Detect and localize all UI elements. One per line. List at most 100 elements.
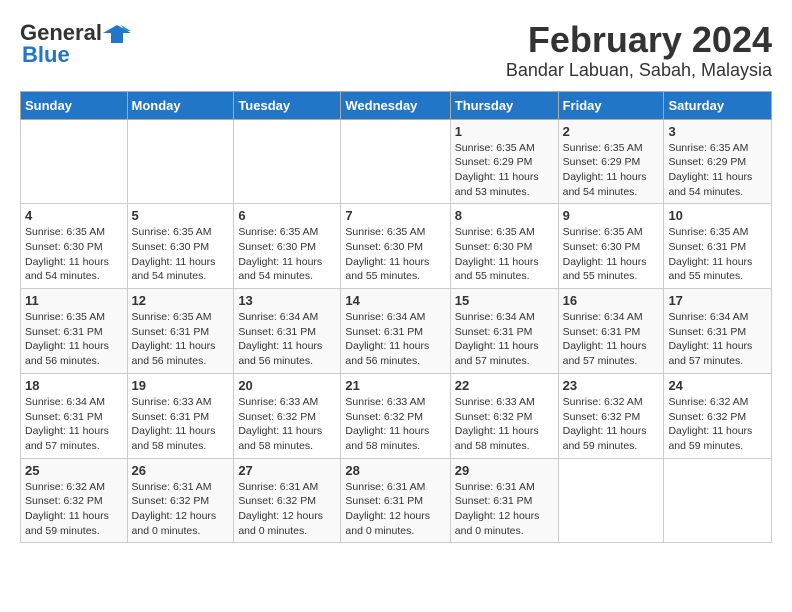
day-info: Sunrise: 6:35 AM Sunset: 6:31 PM Dayligh…: [25, 310, 123, 369]
day-info: Sunrise: 6:35 AM Sunset: 6:29 PM Dayligh…: [668, 141, 767, 200]
calendar-cell: 10 Sunrise: 6:35 AM Sunset: 6:31 PM Dayli…: [664, 204, 772, 289]
day-of-week-header: Tuesday: [234, 91, 341, 119]
day-info: Sunrise: 6:35 AM Sunset: 6:31 PM Dayligh…: [668, 225, 767, 284]
day-number: 24: [668, 378, 767, 393]
calendar-cell: 20 Sunrise: 6:33 AM Sunset: 6:32 PM Dayli…: [234, 373, 341, 458]
day-info: Sunrise: 6:31 AM Sunset: 6:32 PM Dayligh…: [132, 480, 230, 539]
calendar-cell: 28 Sunrise: 6:31 AM Sunset: 6:31 PM Dayli…: [341, 458, 450, 543]
day-info: Sunrise: 6:35 AM Sunset: 6:30 PM Dayligh…: [345, 225, 445, 284]
calendar-cell: [341, 119, 450, 204]
day-info: Sunrise: 6:33 AM Sunset: 6:32 PM Dayligh…: [345, 395, 445, 454]
day-number: 3: [668, 124, 767, 139]
calendar-cell: 17 Sunrise: 6:34 AM Sunset: 6:31 PM Dayli…: [664, 289, 772, 374]
calendar-cell: [664, 458, 772, 543]
calendar-cell: 24 Sunrise: 6:32 AM Sunset: 6:32 PM Dayli…: [664, 373, 772, 458]
day-number: 28: [345, 463, 445, 478]
calendar-subtitle: Bandar Labuan, Sabah, Malaysia: [506, 60, 772, 81]
day-of-week-header: Thursday: [450, 91, 558, 119]
day-info: Sunrise: 6:34 AM Sunset: 6:31 PM Dayligh…: [668, 310, 767, 369]
logo: General Blue: [20, 20, 131, 68]
day-number: 7: [345, 208, 445, 223]
day-number: 21: [345, 378, 445, 393]
day-number: 6: [238, 208, 336, 223]
calendar-header-row: SundayMondayTuesdayWednesdayThursdayFrid…: [21, 91, 772, 119]
page-header: General Blue February 2024 Bandar Labuan…: [20, 20, 772, 81]
day-info: Sunrise: 6:34 AM Sunset: 6:31 PM Dayligh…: [563, 310, 660, 369]
day-number: 4: [25, 208, 123, 223]
day-number: 10: [668, 208, 767, 223]
day-info: Sunrise: 6:35 AM Sunset: 6:30 PM Dayligh…: [455, 225, 554, 284]
calendar-cell: 13 Sunrise: 6:34 AM Sunset: 6:31 PM Dayli…: [234, 289, 341, 374]
calendar-cell: [234, 119, 341, 204]
calendar-cell: 11 Sunrise: 6:35 AM Sunset: 6:31 PM Dayli…: [21, 289, 128, 374]
day-info: Sunrise: 6:35 AM Sunset: 6:30 PM Dayligh…: [563, 225, 660, 284]
calendar-cell: 8 Sunrise: 6:35 AM Sunset: 6:30 PM Daylig…: [450, 204, 558, 289]
calendar-cell: 2 Sunrise: 6:35 AM Sunset: 6:29 PM Daylig…: [558, 119, 664, 204]
day-info: Sunrise: 6:33 AM Sunset: 6:31 PM Dayligh…: [132, 395, 230, 454]
calendar-cell: 16 Sunrise: 6:34 AM Sunset: 6:31 PM Dayli…: [558, 289, 664, 374]
day-info: Sunrise: 6:35 AM Sunset: 6:31 PM Dayligh…: [132, 310, 230, 369]
day-info: Sunrise: 6:31 AM Sunset: 6:31 PM Dayligh…: [345, 480, 445, 539]
calendar-cell: 1Sunrise: 6:35 AM Sunset: 6:29 PM Daylig…: [450, 119, 558, 204]
calendar-cell: 29 Sunrise: 6:31 AM Sunset: 6:31 PM Dayli…: [450, 458, 558, 543]
day-of-week-header: Wednesday: [341, 91, 450, 119]
day-number: 14: [345, 293, 445, 308]
day-number: 25: [25, 463, 123, 478]
day-number: 16: [563, 293, 660, 308]
day-info: Sunrise: 6:32 AM Sunset: 6:32 PM Dayligh…: [25, 480, 123, 539]
calendar-cell: 4Sunrise: 6:35 AM Sunset: 6:30 PM Daylig…: [21, 204, 128, 289]
day-info: Sunrise: 6:35 AM Sunset: 6:30 PM Dayligh…: [132, 225, 230, 284]
day-info: Sunrise: 6:33 AM Sunset: 6:32 PM Dayligh…: [455, 395, 554, 454]
day-number: 2: [563, 124, 660, 139]
calendar-cell: 3 Sunrise: 6:35 AM Sunset: 6:29 PM Daylig…: [664, 119, 772, 204]
day-of-week-header: Friday: [558, 91, 664, 119]
day-number: 19: [132, 378, 230, 393]
calendar-cell: 21 Sunrise: 6:33 AM Sunset: 6:32 PM Dayli…: [341, 373, 450, 458]
day-number: 23: [563, 378, 660, 393]
calendar-table: SundayMondayTuesdayWednesdayThursdayFrid…: [20, 91, 772, 544]
day-number: 12: [132, 293, 230, 308]
day-info: Sunrise: 6:31 AM Sunset: 6:32 PM Dayligh…: [238, 480, 336, 539]
calendar-cell: 22 Sunrise: 6:33 AM Sunset: 6:32 PM Dayli…: [450, 373, 558, 458]
day-number: 9: [563, 208, 660, 223]
title-block: February 2024 Bandar Labuan, Sabah, Mala…: [506, 20, 772, 81]
calendar-cell: [127, 119, 234, 204]
day-number: 11: [25, 293, 123, 308]
calendar-cell: [21, 119, 128, 204]
calendar-week-row: 1Sunrise: 6:35 AM Sunset: 6:29 PM Daylig…: [21, 119, 772, 204]
day-number: 29: [455, 463, 554, 478]
calendar-cell: 27 Sunrise: 6:31 AM Sunset: 6:32 PM Dayli…: [234, 458, 341, 543]
calendar-cell: 7 Sunrise: 6:35 AM Sunset: 6:30 PM Daylig…: [341, 204, 450, 289]
day-info: Sunrise: 6:31 AM Sunset: 6:31 PM Dayligh…: [455, 480, 554, 539]
day-info: Sunrise: 6:34 AM Sunset: 6:31 PM Dayligh…: [238, 310, 336, 369]
day-of-week-header: Saturday: [664, 91, 772, 119]
day-info: Sunrise: 6:35 AM Sunset: 6:29 PM Dayligh…: [455, 141, 554, 200]
day-number: 26: [132, 463, 230, 478]
calendar-cell: 6 Sunrise: 6:35 AM Sunset: 6:30 PM Daylig…: [234, 204, 341, 289]
day-info: Sunrise: 6:34 AM Sunset: 6:31 PM Dayligh…: [25, 395, 123, 454]
day-number: 13: [238, 293, 336, 308]
calendar-cell: 19 Sunrise: 6:33 AM Sunset: 6:31 PM Dayli…: [127, 373, 234, 458]
day-number: 20: [238, 378, 336, 393]
day-info: Sunrise: 6:35 AM Sunset: 6:29 PM Dayligh…: [563, 141, 660, 200]
day-number: 8: [455, 208, 554, 223]
calendar-cell: 15Sunrise: 6:34 AM Sunset: 6:31 PM Dayli…: [450, 289, 558, 374]
calendar-week-row: 25 Sunrise: 6:32 AM Sunset: 6:32 PM Dayli…: [21, 458, 772, 543]
calendar-cell: 18Sunrise: 6:34 AM Sunset: 6:31 PM Dayli…: [21, 373, 128, 458]
day-number: 15: [455, 293, 554, 308]
day-info: Sunrise: 6:35 AM Sunset: 6:30 PM Dayligh…: [238, 225, 336, 284]
day-number: 22: [455, 378, 554, 393]
day-of-week-header: Monday: [127, 91, 234, 119]
logo-blue-text: Blue: [22, 42, 70, 68]
calendar-cell: 9 Sunrise: 6:35 AM Sunset: 6:30 PM Daylig…: [558, 204, 664, 289]
calendar-week-row: 11 Sunrise: 6:35 AM Sunset: 6:31 PM Dayli…: [21, 289, 772, 374]
calendar-cell: 5Sunrise: 6:35 AM Sunset: 6:30 PM Daylig…: [127, 204, 234, 289]
calendar-week-row: 4 Sunrise: 6:35 AM Sunset: 6:30 PM Daylig…: [21, 204, 772, 289]
day-info: Sunrise: 6:34 AM Sunset: 6:31 PM Dayligh…: [345, 310, 445, 369]
day-info: Sunrise: 6:33 AM Sunset: 6:32 PM Dayligh…: [238, 395, 336, 454]
calendar-title: February 2024: [506, 20, 772, 60]
calendar-cell: 23Sunrise: 6:32 AM Sunset: 6:32 PM Dayli…: [558, 373, 664, 458]
day-number: 17: [668, 293, 767, 308]
day-info: Sunrise: 6:32 AM Sunset: 6:32 PM Dayligh…: [668, 395, 767, 454]
day-number: 27: [238, 463, 336, 478]
